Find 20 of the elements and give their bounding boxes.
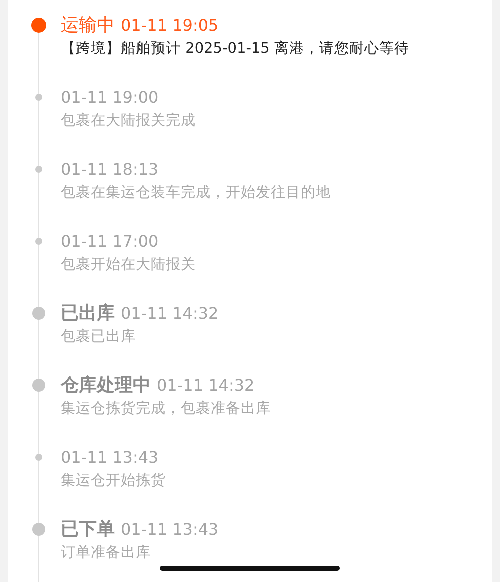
- event-description: 包裹在大陆报关完成: [61, 112, 197, 131]
- event-description: 【跨境】船舶预计 2025-01-15 离港，请您耐心等待: [61, 40, 410, 59]
- event-time: 01-11 19:00: [61, 88, 159, 106]
- event-status: 运输中: [61, 14, 115, 37]
- event-time: 01-11 19:05: [121, 16, 219, 34]
- event-time: 01-11 14:32: [121, 304, 219, 322]
- event-description: 包裹已出库: [61, 328, 137, 347]
- event-description: 集运仓开始拣货: [61, 472, 167, 491]
- event-time: 01-11 13:43: [61, 448, 159, 466]
- event-description: 集运仓拣货完成，包裹准备出库: [61, 400, 272, 419]
- event-description: 包裹开始在大陆报关: [61, 256, 197, 275]
- event-description: 订单准备出库: [61, 544, 152, 563]
- event-status: 已出库: [61, 302, 115, 325]
- event-time: 01-11 17:00: [61, 232, 159, 250]
- event-time: 01-11 13:43: [121, 520, 219, 538]
- event-time: 01-11 18:13: [61, 160, 159, 178]
- event-description: 包裹在集运仓装车完成，开始发往目的地: [61, 184, 332, 203]
- event-status: 已下单: [61, 518, 115, 541]
- event-status: 仓库处理中: [61, 374, 151, 397]
- event-time: 01-11 14:32: [157, 376, 255, 394]
